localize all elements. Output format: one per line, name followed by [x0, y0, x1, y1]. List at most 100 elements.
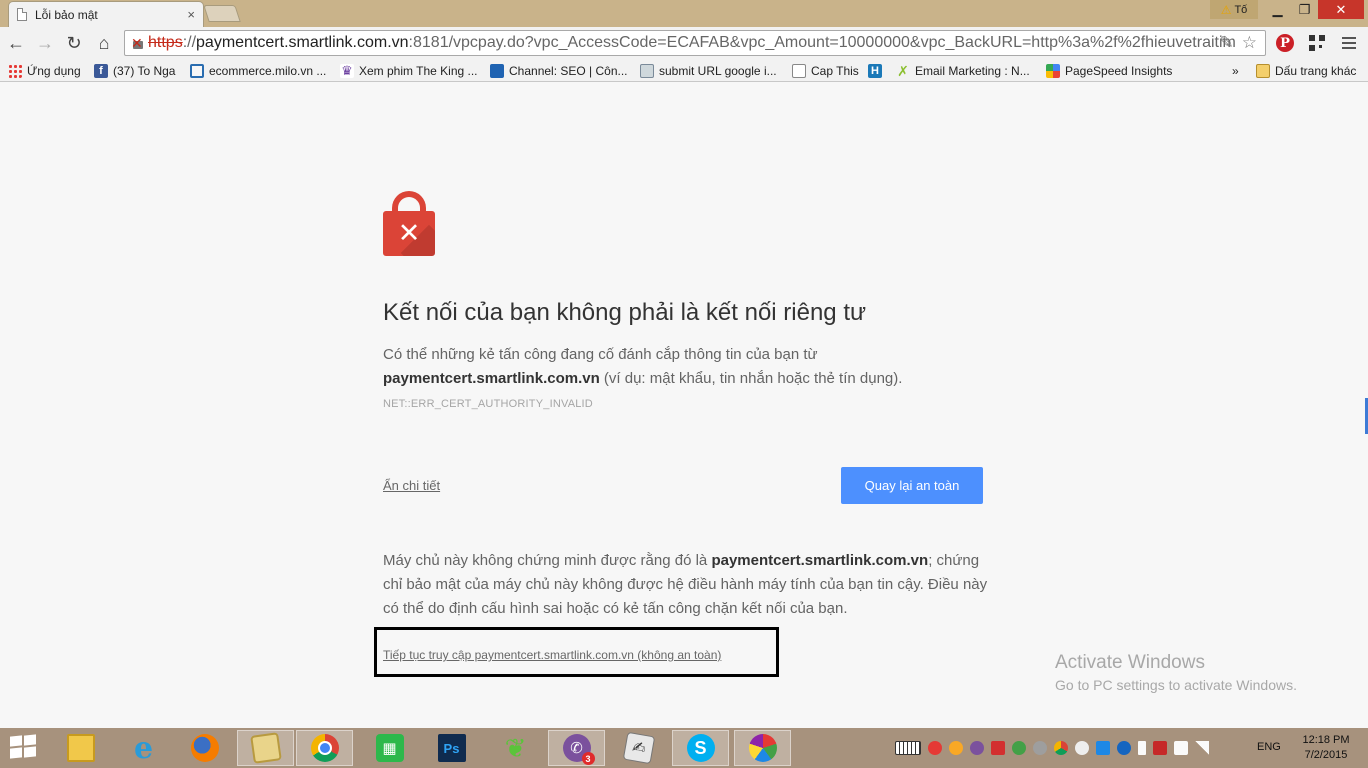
- clock[interactable]: 12:18 PM 7/2/2015: [1294, 733, 1358, 763]
- folder-icon: [1256, 63, 1270, 78]
- taskbar-leaf-app[interactable]: ❦: [487, 730, 544, 766]
- taskbar-firefox[interactable]: [176, 730, 233, 766]
- cart-icon: [190, 63, 204, 78]
- broken-lock-icon[interactable]: ✕: [131, 36, 145, 50]
- home-button[interactable]: ⌂: [92, 31, 116, 55]
- taskbar-store[interactable]: ▦: [361, 730, 418, 766]
- tray-app-icon[interactable]: [928, 741, 942, 755]
- submit-icon: [640, 63, 654, 78]
- title-bar: Lỗi bảo mật × ⚠ Tố ▁ ❐ ✕: [0, 0, 1368, 27]
- bookmark-h[interactable]: H: [868, 62, 882, 79]
- bookmarks-overflow-button[interactable]: »: [1232, 62, 1239, 79]
- taskbar-skype[interactable]: S: [672, 730, 729, 766]
- activate-windows-title: Activate Windows: [1055, 652, 1205, 673]
- bookmark-email-marketing[interactable]: ✗ Email Marketing : N...: [896, 62, 1030, 79]
- tab-active[interactable]: Lỗi bảo mật ×: [8, 1, 204, 27]
- bookmark-the-king[interactable]: ♛ Xem phim The King ...: [340, 62, 478, 79]
- taskbar-photoshop[interactable]: Ps: [423, 730, 480, 766]
- bookmark-label: Channel: SEO | Côn...: [509, 63, 628, 78]
- tab-title: Lỗi bảo mật: [35, 7, 98, 22]
- bookmark-facebook[interactable]: f (37) To Nga: [94, 62, 175, 79]
- qr-extension[interactable]: [1305, 31, 1329, 55]
- viber-icon: ✆ 3: [562, 734, 595, 765]
- bookmark-apps[interactable]: Ứng dụng: [8, 62, 81, 79]
- home-icon: ⌂: [98, 32, 110, 53]
- page-title: Kết nối của bạn không phải là kết nối ri…: [383, 299, 867, 326]
- viber-tray-icon[interactable]: [970, 741, 984, 755]
- intro-text-2: (ví dụ: mật khẩu, tin nhắn hoặc thẻ tín …: [599, 370, 903, 387]
- address-bar[interactable]: ✕ https :// paymentcert.smartlink.com.vn…: [124, 30, 1266, 56]
- bookmark-cap-this[interactable]: Cap This: [792, 62, 859, 79]
- tray-app-icon[interactable]: [1012, 741, 1026, 755]
- url-host: paymentcert.smartlink.com.vn: [196, 34, 409, 51]
- details-text: Máy chủ này không chứng minh được rằng đ…: [383, 549, 993, 621]
- new-tab-button[interactable]: [203, 5, 241, 22]
- back-arrow-icon: ←: [7, 32, 25, 53]
- bookmark-star-icon[interactable]: ☆: [1242, 33, 1257, 53]
- restore-button[interactable]: ❐: [1291, 0, 1318, 19]
- intro-text: Có thể những kẻ tấn công đang cố đánh cắ…: [383, 346, 818, 363]
- system-tray: [895, 736, 1209, 760]
- tray-app-icon[interactable]: [1033, 741, 1047, 755]
- page-icon: [17, 8, 27, 21]
- bookmark-label: ecommerce.milo.vn ...: [209, 63, 327, 78]
- action-center-icon[interactable]: [1153, 741, 1167, 755]
- forward-button[interactable]: →: [33, 31, 57, 55]
- bookmark-submit-url[interactable]: submit URL google i...: [640, 62, 777, 79]
- chrome-tray-icon[interactable]: [1054, 741, 1068, 755]
- proceed-unsafe-link[interactable]: Tiếp tục truy cập paymentcert.smartlink.…: [383, 648, 721, 662]
- reload-button[interactable]: ↻: [62, 31, 86, 55]
- ie-icon: e: [133, 730, 154, 766]
- tray-app-icon[interactable]: [949, 741, 963, 755]
- taskbar-paint[interactable]: [734, 730, 791, 766]
- toolbar: ← → ↻ ⌂ ✕ https :// paymentcert.smartlin…: [0, 27, 1368, 59]
- other-bookmarks[interactable]: Dấu trang khác: [1256, 62, 1356, 79]
- tab-close-icon[interactable]: ×: [187, 7, 195, 22]
- pinterest-extension[interactable]: P: [1273, 31, 1297, 55]
- other-bookmarks-label: Dấu trang khác: [1275, 63, 1357, 78]
- back-to-safety-button[interactable]: Quay lại an toàn: [841, 467, 983, 504]
- bookmark-label: Xem phim The King ...: [359, 63, 478, 78]
- taskbar-internet-explorer[interactable]: e: [115, 730, 172, 766]
- language-indicator[interactable]: ENG: [1257, 741, 1281, 753]
- network-icon[interactable]: [1195, 741, 1209, 755]
- minimize-button[interactable]: ▁: [1264, 0, 1291, 19]
- facebook-icon: f: [94, 63, 108, 78]
- chevron-right-icon: »: [1232, 63, 1239, 78]
- bookmark-seo-channel[interactable]: Channel: SEO | Côn...: [490, 62, 628, 79]
- tray-app-icon[interactable]: [991, 741, 1005, 755]
- profile-button[interactable]: ⚠ Tố: [1210, 0, 1258, 19]
- taskbar-viber[interactable]: ✆ 3: [548, 730, 605, 766]
- taskbar-file-explorer[interactable]: [52, 730, 109, 766]
- bookmark-ecommerce[interactable]: ecommerce.milo.vn ...: [190, 62, 326, 79]
- photoshop-icon: Ps: [437, 734, 466, 762]
- pencil-icon[interactable]: ✎: [1220, 33, 1234, 53]
- taskbar-chrome[interactable]: [296, 730, 353, 766]
- gear-icon: [490, 63, 504, 78]
- bookmark-label: PageSpeed Insights: [1065, 63, 1173, 78]
- folders-icon: [249, 732, 282, 764]
- back-button[interactable]: ←: [4, 31, 28, 55]
- apps-grid-icon: [8, 63, 22, 78]
- menu-button[interactable]: [1337, 31, 1361, 55]
- bluetooth-icon[interactable]: [1117, 741, 1131, 755]
- volume-icon[interactable]: [1174, 741, 1188, 755]
- keyboard-icon[interactable]: [895, 741, 921, 755]
- tray-app-icon[interactable]: [1096, 741, 1110, 755]
- activate-windows-subtitle: Go to PC settings to activate Windows.: [1055, 677, 1297, 693]
- folder-icon: [66, 734, 95, 762]
- close-button[interactable]: ✕: [1318, 0, 1364, 19]
- start-button[interactable]: [10, 734, 38, 760]
- intro-host: paymentcert.smartlink.com.vn: [383, 370, 600, 387]
- taskbar-folders[interactable]: [237, 730, 294, 766]
- battery-icon[interactable]: [1138, 741, 1146, 755]
- taskbar-notes[interactable]: ✍: [610, 730, 667, 766]
- cloud-icon[interactable]: [1075, 741, 1089, 755]
- notification-badge: 3: [581, 752, 595, 765]
- error-code[interactable]: NET::ERR_CERT_AUTHORITY_INVALID: [383, 398, 593, 410]
- bookmark-pagespeed[interactable]: PageSpeed Insights: [1046, 62, 1172, 79]
- hide-details-link[interactable]: Ẩn chi tiết: [383, 478, 440, 493]
- bookmark-label: Email Marketing : N...: [915, 63, 1030, 78]
- chrome-icon: [310, 734, 339, 762]
- skype-icon: S: [686, 734, 715, 762]
